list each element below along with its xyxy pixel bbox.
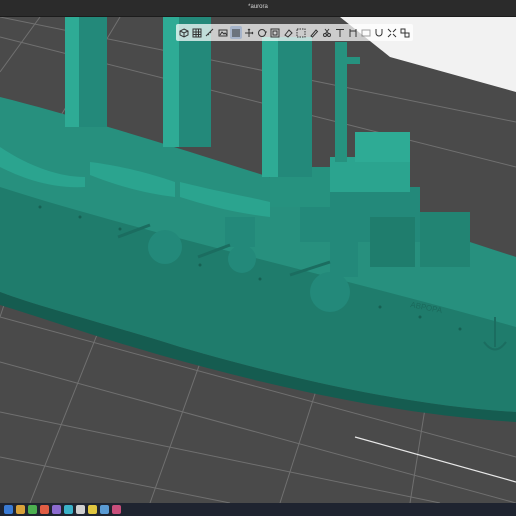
pipe-icon [349, 28, 357, 37]
expand-tool-button[interactable] [386, 26, 398, 39]
move-tool-button[interactable] [243, 26, 255, 39]
move-icon [245, 28, 254, 37]
magnet-tool-button[interactable] [373, 26, 385, 39]
taskbar-app-icon[interactable] [112, 505, 121, 514]
text-icon [336, 28, 344, 37]
pipe-tool-button[interactable] [347, 26, 359, 39]
rotate-tool-button[interactable] [256, 26, 268, 39]
taskbar-app-icon[interactable] [40, 505, 49, 514]
image-icon [218, 29, 228, 36]
arrange-icon [400, 28, 410, 37]
view-cube-button[interactable] [178, 26, 190, 39]
cube-icon [179, 27, 189, 38]
eraser-icon [284, 28, 293, 38]
3d-viewport[interactable]: АВРОРА [0, 17, 516, 503]
rotate-icon [258, 28, 267, 37]
select-tool-button[interactable] [295, 26, 307, 39]
pen-tool-button[interactable] [308, 26, 320, 39]
box-tool-button[interactable] [360, 26, 372, 39]
eraser-tool-button[interactable] [282, 26, 294, 39]
expand-icon [387, 28, 397, 37]
image-export-button[interactable] [217, 26, 229, 39]
taskbar-app-icon[interactable] [16, 505, 25, 514]
text-tool-button[interactable] [334, 26, 346, 39]
measure-tool-button[interactable] [204, 26, 216, 39]
layers-icon [232, 29, 240, 36]
measure-icon [205, 28, 214, 36]
grid-toggle-button[interactable] [191, 26, 203, 39]
taskbar-app-icon[interactable] [64, 505, 73, 514]
scale-icon [270, 28, 280, 37]
grid-icon [192, 28, 202, 37]
select-icon [296, 28, 306, 37]
cut-tool-button[interactable] [321, 26, 333, 39]
taskbar-app-icon[interactable] [52, 505, 61, 514]
taskbar-app-icon[interactable] [4, 505, 13, 514]
taskbar-app-icon[interactable] [28, 505, 37, 514]
view-toolbar [176, 24, 413, 41]
taskbar-app-icon[interactable] [76, 505, 85, 514]
taskbar-app-icon[interactable] [100, 505, 109, 514]
cut-icon [323, 28, 331, 37]
box-icon [361, 29, 371, 36]
pen-icon [310, 28, 319, 38]
magnet-icon [375, 28, 383, 36]
layers-panel-button[interactable] [230, 26, 242, 39]
window-title: *aurora [248, 4, 268, 10]
os-taskbar [0, 503, 516, 516]
taskbar-app-icon[interactable] [88, 505, 97, 514]
arrange-tool-button[interactable] [399, 26, 411, 39]
scale-tool-button[interactable] [269, 26, 281, 39]
title-bar: *aurora [0, 0, 516, 17]
